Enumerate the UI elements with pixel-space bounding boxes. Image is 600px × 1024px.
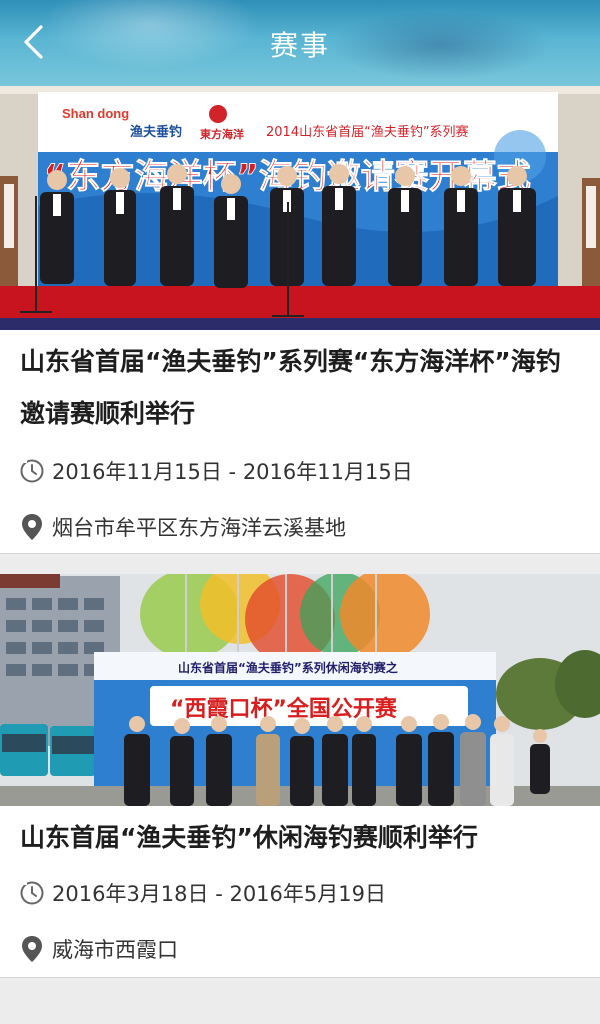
banner-series-text: 山东省首届“渔夫垂钓”系列休闲海钓赛之 xyxy=(178,660,398,675)
event-date: 2016年3月18日 - 2016年5月19日 xyxy=(52,882,386,906)
event-date-row: 2016年3月18日 - 2016年5月19日 xyxy=(18,876,386,910)
event-card[interactable]: Shan dong 渔夫垂钓 東方海洋 2014山东省首届“渔夫垂钓”系列赛 “… xyxy=(0,86,600,554)
event-location: 烟台市牟平区东方海洋云溪基地 xyxy=(52,516,346,540)
banner-series-text: 2014山东省首届“渔夫垂钓”系列赛 xyxy=(266,124,469,140)
event-date-row: 2016年11月15日 - 2016年11月15日 xyxy=(18,454,413,488)
event-photo: 山东省首届“渔夫垂钓”系列休闲海钓赛之 “西霞口杯”全国公开赛 xyxy=(0,574,600,806)
event-location-row: 威海市西霞口 xyxy=(18,932,178,966)
banner-brand-1: Shan dong xyxy=(62,106,129,121)
page-title: 赛事 xyxy=(269,29,330,62)
clock-icon xyxy=(18,457,46,485)
event-location-row: 烟台市牟平区东方海洋云溪基地 xyxy=(18,510,346,544)
banner-brand-3: 東方海洋 xyxy=(200,127,244,141)
event-photo: Shan dong 渔夫垂钓 東方海洋 2014山东省首届“渔夫垂钓”系列赛 “… xyxy=(0,86,600,330)
event-title[interactable]: 山东首届“渔夫垂钓”休闲海钓赛顺利举行 xyxy=(20,812,580,864)
event-card[interactable]: 山东省首届“渔夫垂钓”系列休闲海钓赛之 “西霞口杯”全国公开赛 山东首届“渔夫垂… xyxy=(0,574,600,978)
map-pin-icon xyxy=(18,513,46,541)
map-pin-icon xyxy=(18,935,46,963)
top-bar: 赛事 xyxy=(0,0,600,86)
clock-icon xyxy=(18,879,46,907)
banner-brand-2: 渔夫垂钓 xyxy=(130,124,182,140)
event-location: 威海市西霞口 xyxy=(52,938,178,962)
event-date: 2016年11月15日 - 2016年11月15日 xyxy=(52,460,413,484)
event-title[interactable]: 山东省首届“渔夫垂钓”系列赛“东方海洋杯”海钓邀请赛顺利举行 xyxy=(20,336,580,440)
